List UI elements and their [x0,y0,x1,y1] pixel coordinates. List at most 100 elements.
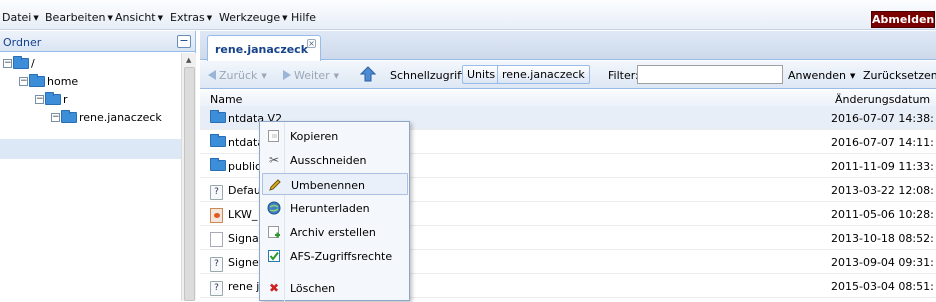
arrow-right-icon [283,70,291,80]
collapse-toggle-icon[interactable]: − [19,76,28,86]
delete-icon: ✖ [268,281,280,295]
tree-selection-highlight [0,139,181,159]
tree-item-label: rene.janaczeck [79,110,162,124]
collapse-toggle-icon[interactable]: − [51,112,60,122]
arrow-left-icon [208,70,216,80]
tab-label: rene.janaczeck [215,43,309,56]
back-label: Zurück [219,69,258,82]
menu-extras[interactable]: Extras ▼ [170,11,212,24]
menu-werkzeuge[interactable]: Werkzeuge ▼ [219,11,288,24]
context-item-label: Umbenennen [291,179,365,192]
reset-button[interactable]: Zurücksetzen [863,69,936,82]
context-item-ausschneiden[interactable]: ✂ Ausschneiden [262,149,408,171]
folder-panel-header: Ordner − [0,31,195,52]
copy-icon [266,129,282,143]
checkbox-icon [266,249,282,263]
context-item-label: Löschen [290,282,336,295]
menu-hilfe[interactable]: Hilfe [291,11,316,24]
context-item-kopieren[interactable]: Kopieren [262,125,408,147]
unknown-file-icon: ? [210,185,223,200]
context-item-label: AFS-Zugriffsrechte [290,250,393,263]
quickaccess-units-button[interactable]: Units [462,65,501,84]
globe-download-icon [266,201,282,215]
forward-label: Weiter [294,69,330,82]
file-date: 2015-03-04 08:51: [831,280,934,293]
column-header-date[interactable]: Änderungsdatum [835,93,930,106]
chevron-down-icon: ▼ [107,14,113,22]
menu-ansicht-label: Ansicht [115,11,156,24]
context-item-archiv-erstellen[interactable]: Archiv erstellen [262,221,408,243]
tab-strip: rene.janaczeck × [200,31,936,61]
folder-icon [61,109,77,123]
file-date: 2016-07-07 14:38: [831,112,934,125]
menu-datei[interactable]: Datei ▼ [2,11,39,24]
apply-label: Anwenden [788,69,846,82]
pencil-icon [267,178,283,192]
folder-panel-scrollbar[interactable]: ▲ [181,53,196,301]
file-date: 2013-10-18 08:52: [831,232,934,245]
scissors-icon: ✂ [268,153,280,167]
file-name: LKW_ [228,208,258,221]
menu-bar: Datei ▼ Bearbeiten ▼ Ansicht ▼ Extras ▼ Werk… [0,0,936,30]
filter-input[interactable] [637,65,783,84]
context-item-afs-zugriffsrechte[interactable]: AFS-Zugriffsrechte [262,245,408,267]
back-button[interactable]: Zurück ▼ [208,69,267,82]
chevron-down-icon: ▼ [282,14,288,22]
collapse-button[interactable]: − [177,35,191,48]
collapse-toggle-icon[interactable]: − [3,58,12,68]
file-date: 2011-11-09 11:33: [831,160,934,173]
folder-icon [13,55,29,69]
context-item-loeschen[interactable]: ✖ Löschen [262,277,408,299]
file-date: 2016-07-07 14:11: [831,136,934,149]
file-date: 2013-03-22 12:08: [831,184,934,197]
tab-rene-janaczeck[interactable]: rene.janaczeck × [207,35,321,61]
context-item-label: Herunterladen [290,202,370,215]
folder-icon [210,134,226,147]
menu-bearbeiten[interactable]: Bearbeiten ▼ [45,11,113,24]
collapse-toggle-icon[interactable]: − [35,94,44,104]
chevron-down-icon: ▼ [206,14,213,22]
folder-icon [29,73,45,87]
menu-datei-label: Datei [2,11,32,24]
file-date: 2011-05-06 10:28: [831,208,934,221]
archive-icon [266,225,282,239]
scroll-up-icon[interactable]: ▲ [186,56,191,64]
chevron-down-icon: ▼ [157,14,164,22]
file-name: Signat [228,232,264,245]
tree-item-root[interactable]: − / [3,55,35,74]
quickaccess-label: Schnellzugriff: [390,69,469,82]
context-item-label: Ausschneiden [290,154,367,167]
chevron-down-icon: ▼ [261,72,267,80]
file-date: 2013-09-04 09:31: [831,256,934,269]
menu-werkzeuge-label: Werkzeuge [219,11,281,24]
column-header-name[interactable]: Name [210,93,242,106]
tree-item-r[interactable]: − r [35,91,68,110]
tree-item-home[interactable]: − home [19,73,79,92]
menu-ansicht[interactable]: Ansicht ▼ [115,11,163,24]
tree-item-rene-janaczeck[interactable]: − rene.janaczeck [51,109,162,128]
folder-panel-title: Ordner [3,36,42,49]
folder-panel: Ordner − − / − home − r − rene.janaczeck ▲ [0,31,196,301]
folder-icon [210,158,226,171]
folder-icon [45,91,61,105]
document-icon [210,232,223,247]
context-item-herunterladen[interactable]: Herunterladen [262,197,408,219]
close-icon[interactable]: × [307,39,316,48]
forward-button[interactable]: Weiter ▼ [283,69,339,82]
menu-hilfe-label: Hilfe [291,11,317,24]
apply-button[interactable]: Anwenden ▼ [788,69,855,82]
tree-item-label: / [31,56,35,70]
unknown-file-icon: ? [210,257,223,272]
quickaccess-rene-janaczeck-button[interactable]: rene.janaczeck [497,65,590,84]
logout-button[interactable]: Abmelden [871,11,935,28]
chevron-down-icon: ▼ [333,72,340,80]
menu-bearbeiten-label: Bearbeiten [45,11,106,24]
context-item-label: Archiv erstellen [290,226,376,239]
scrollbar-thumb[interactable] [184,67,195,301]
chevron-down-icon: ▼ [849,72,856,80]
tree-item-label: home [47,74,79,88]
context-item-umbenennen[interactable]: Umbenennen [262,173,408,195]
folder-up-button[interactable] [359,66,377,83]
arrow-up-icon [359,66,377,82]
chevron-down-icon: ▼ [33,14,39,22]
